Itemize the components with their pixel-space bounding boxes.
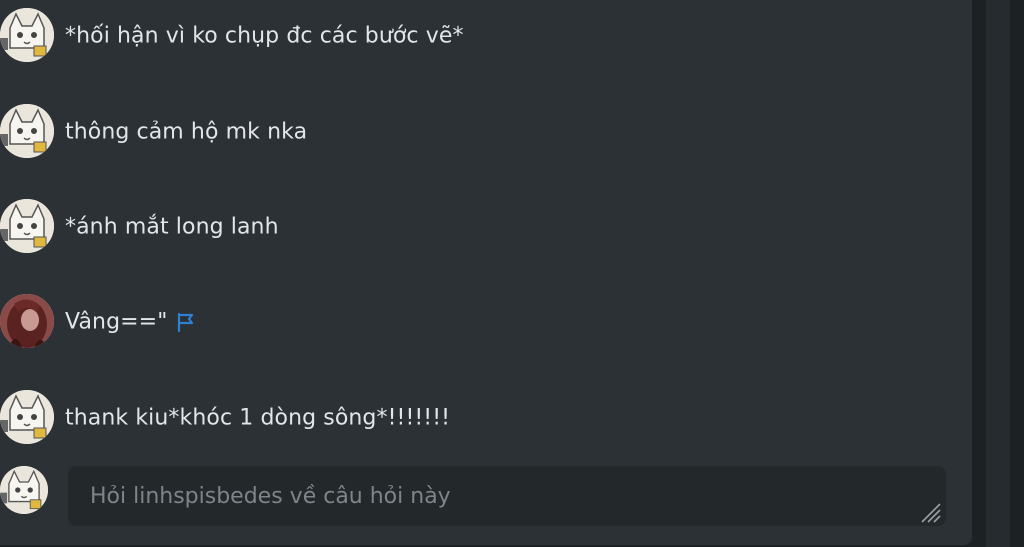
message-text: thông cảm hộ mk nka: [65, 119, 308, 145]
user-avatar[interactable]: [0, 390, 54, 444]
cat-sketch-avatar-icon: [0, 104, 54, 158]
message-text: *ánh mắt long lanh: [65, 214, 279, 240]
comment-composer: [0, 464, 972, 528]
message-text: Vâng==": [65, 309, 168, 335]
user-avatar[interactable]: [0, 199, 54, 253]
message-text: *hối hận vì ko chụp đc các bước vẽ*: [65, 23, 464, 49]
cat-sketch-avatar-icon: [0, 8, 54, 62]
user-avatar[interactable]: [0, 294, 54, 348]
dark-red-hair-avatar-icon: [0, 294, 54, 348]
current-user-avatar[interactable]: [0, 466, 48, 514]
flag-icon[interactable]: [175, 311, 197, 333]
user-avatar[interactable]: [0, 8, 54, 62]
message-text: thank kiu*khóc 1 dòng sông*!!!!!!!: [65, 405, 451, 431]
cat-sketch-avatar-icon: [0, 199, 54, 253]
user-avatar[interactable]: [0, 104, 54, 158]
scroll-gutter: [986, 0, 1010, 547]
comment-input[interactable]: [68, 466, 946, 526]
cat-sketch-avatar-icon: [0, 390, 54, 444]
resize-handle-icon[interactable]: [916, 498, 942, 524]
cat-sketch-avatar-icon: [0, 466, 48, 514]
